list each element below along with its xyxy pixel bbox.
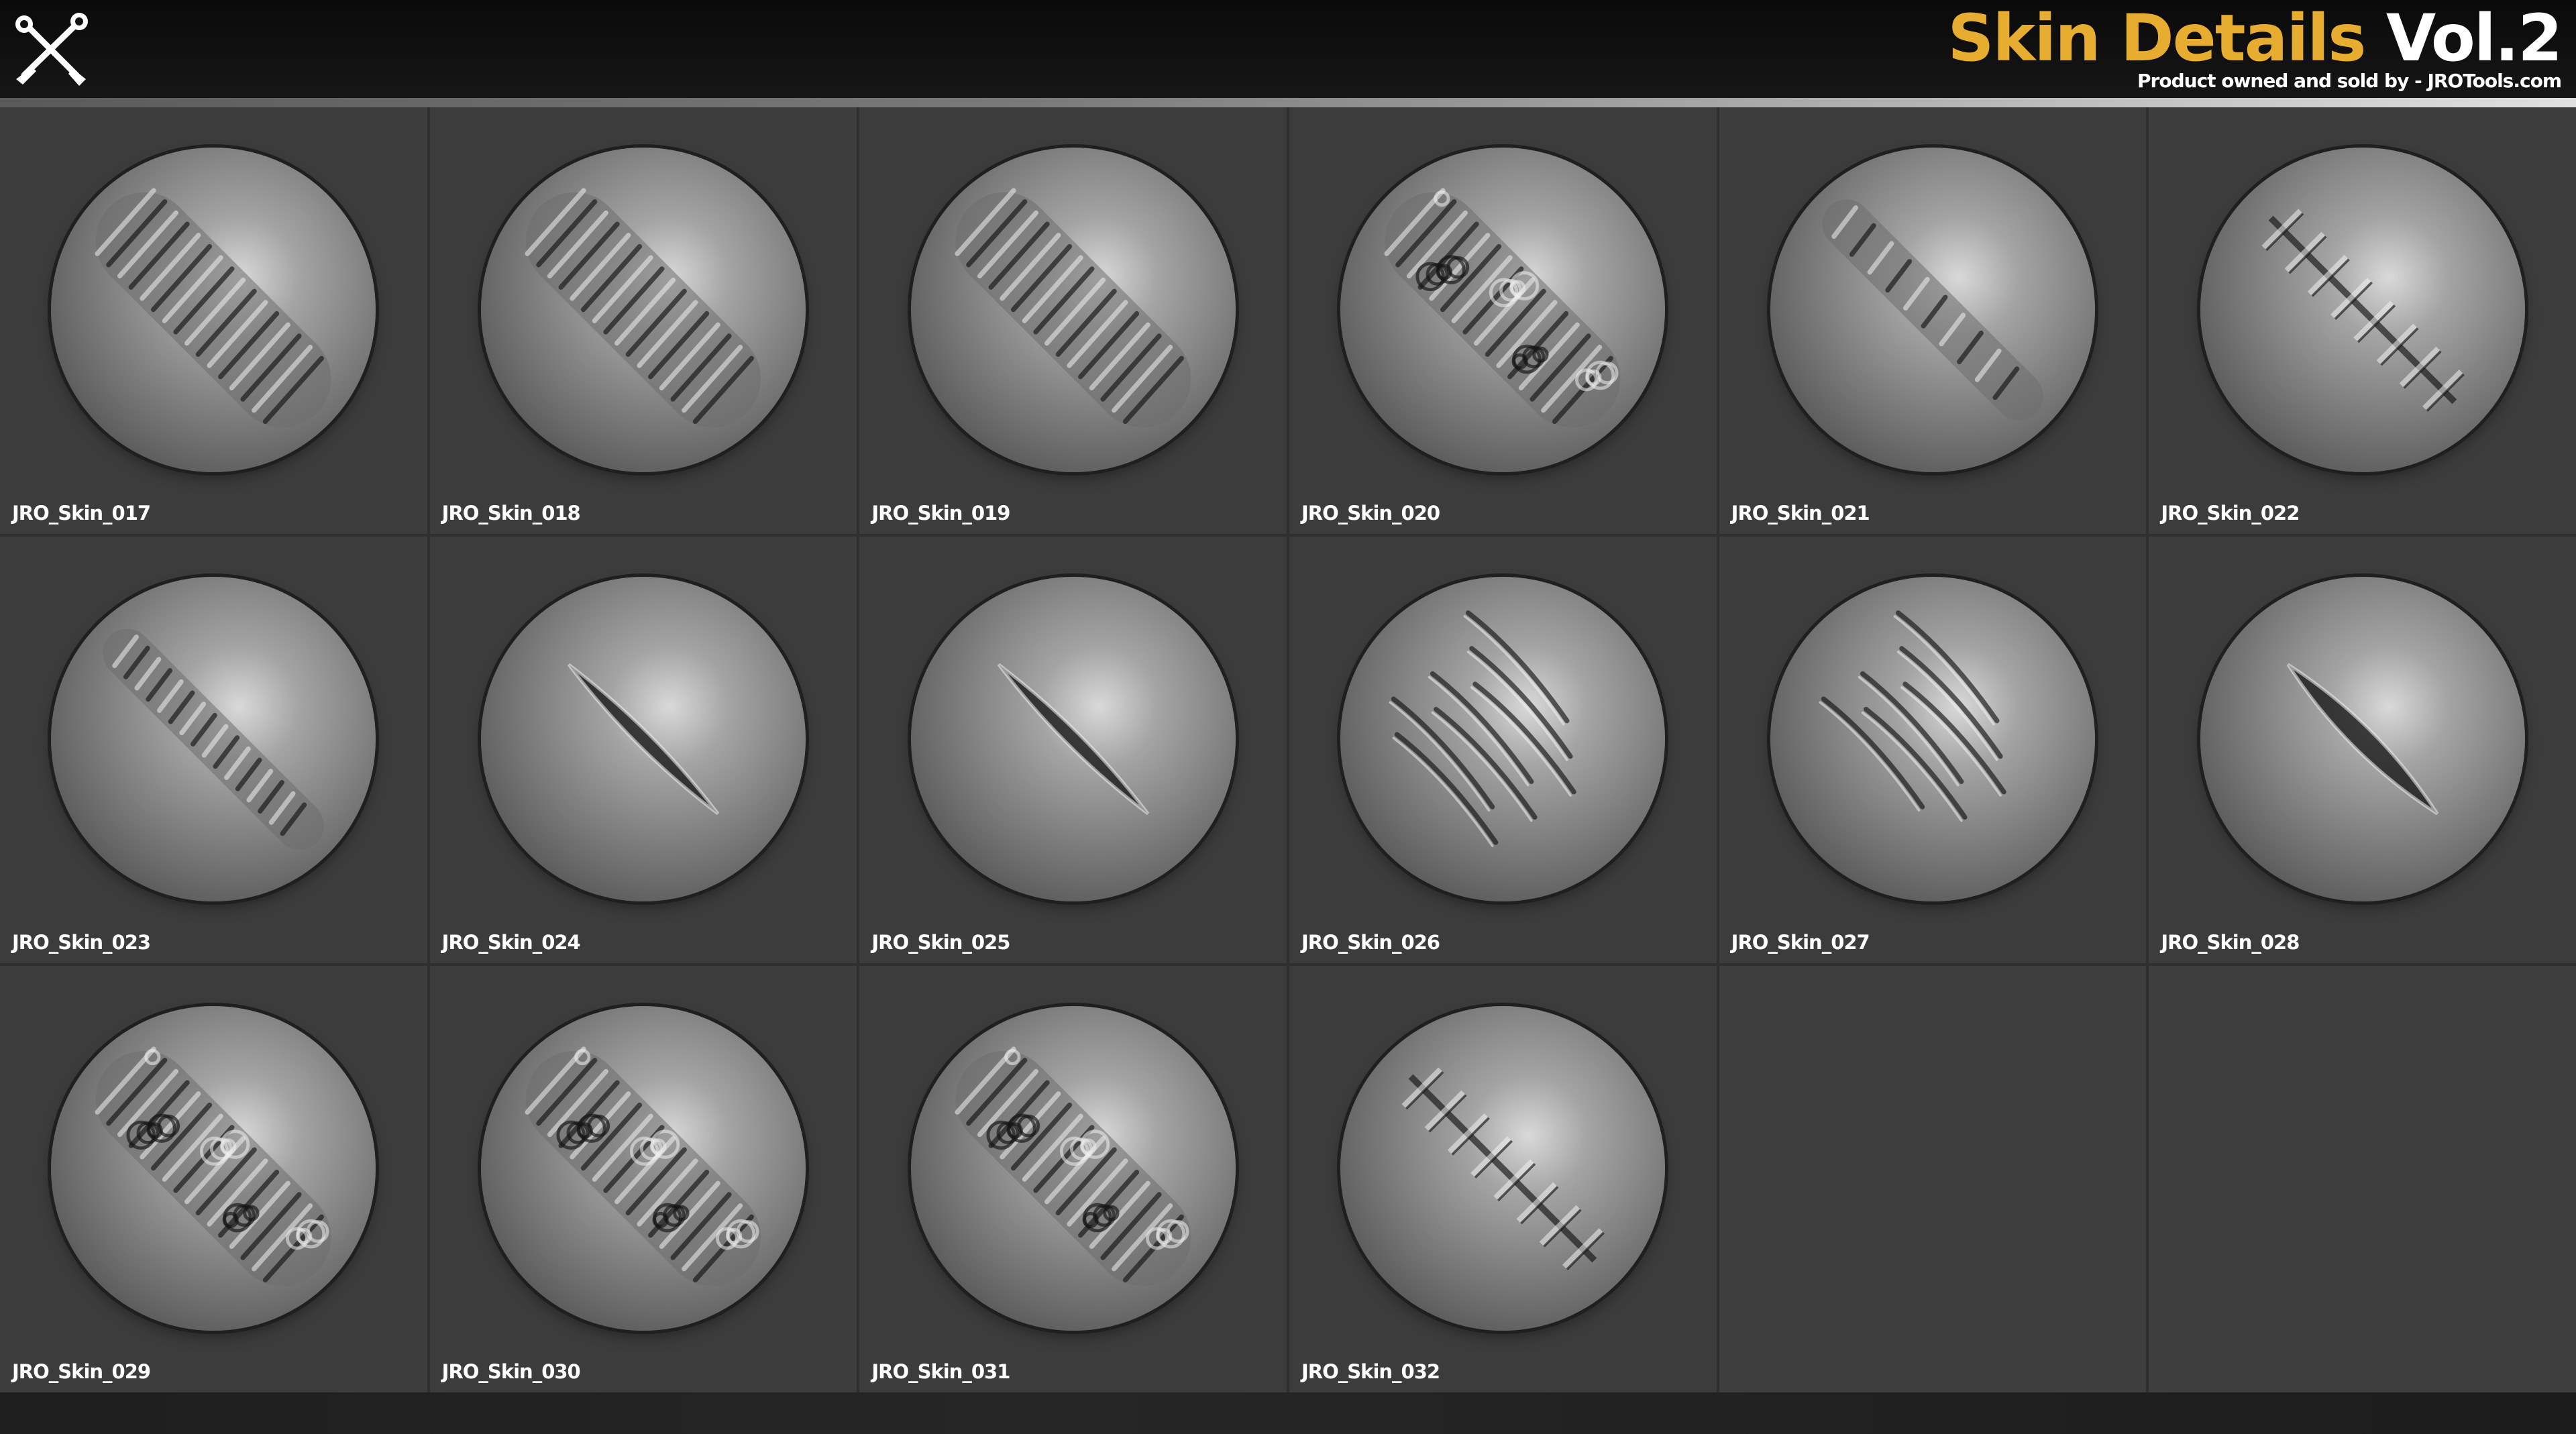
sculpt-detail [1819, 610, 2006, 822]
brush-tile[interactable]: JRO_Skin_023 [0, 537, 427, 963]
brush-tile[interactable]: JRO_Skin_017 [0, 107, 427, 534]
brush-label: JRO_Skin_030 [441, 1360, 581, 1383]
title-volume: Vol.2 [2385, 1, 2563, 76]
brush-label: JRO_Skin_022 [2161, 502, 2300, 525]
brush-preview-sphere [1340, 577, 1666, 901]
brush-preview-sphere [2200, 577, 2525, 901]
brush-tile[interactable]: JRO_Skin_029 [0, 966, 427, 1392]
brush-label: JRO_Skin_019 [871, 502, 1010, 525]
title-accent: Skin Details [1947, 1, 2366, 76]
brush-tile[interactable]: JRO_Skin_028 [2149, 537, 2576, 963]
brush-preview-sphere [1770, 148, 2095, 472]
sculpt-detail [567, 663, 720, 816]
brush-tile[interactable]: JRO_Skin_031 [859, 966, 1287, 1392]
brush-tile[interactable]: JRO_Skin_022 [2149, 107, 2576, 534]
sculpt-detail [997, 663, 1149, 816]
brush-preview-sphere [910, 1006, 1236, 1331]
brush-label: JRO_Skin_023 [12, 931, 151, 954]
sculpt-detail [955, 188, 1191, 428]
sculpt-detail [525, 188, 761, 428]
brush-preview-sphere [1340, 1006, 1666, 1331]
crossed-tools-icon [15, 13, 88, 86]
brush-sheet: Skin Details Vol.2 Product owned and sol… [0, 0, 2576, 1434]
brush-tile[interactable]: JRO_Skin_027 [1719, 537, 2147, 963]
brush-tile[interactable]: JRO_Skin_032 [1289, 966, 1717, 1392]
brush-preview-sphere [1340, 148, 1666, 472]
sculpt-detail [95, 188, 331, 428]
brush-tile[interactable]: JRO_Skin_024 [429, 537, 857, 963]
brush-label: JRO_Skin_031 [871, 1360, 1010, 1383]
sculpt-detail [95, 1046, 331, 1286]
brush-preview-sphere [51, 1006, 376, 1331]
sculpt-detail [1389, 610, 1577, 847]
header-divider [0, 98, 2576, 107]
brush-preview-sphere [51, 577, 376, 901]
empty-tile [1719, 966, 2147, 1392]
page-title: Skin Details Vol.2 [1947, 1, 2563, 76]
brush-label: JRO_Skin_018 [441, 502, 581, 525]
brush-tile[interactable]: JRO_Skin_025 [859, 537, 1287, 963]
sculpt-detail [1822, 199, 2043, 421]
brush-tile[interactable]: JRO_Skin_019 [859, 107, 1287, 534]
brush-label: JRO_Skin_028 [2161, 931, 2300, 954]
brush-preview-sphere [910, 148, 1236, 472]
brush-label: JRO_Skin_029 [12, 1360, 151, 1383]
footer-bar [0, 1392, 2576, 1434]
page-subtitle: Product owned and sold by - JROTools.com [2137, 70, 2562, 92]
brush-tile[interactable]: JRO_Skin_026 [1289, 537, 1717, 963]
brush-preview-sphere [480, 148, 806, 472]
brush-tile[interactable]: JRO_Skin_021 [1719, 107, 2147, 534]
brush-label: JRO_Skin_027 [1731, 931, 1870, 954]
brush-preview-sphere [2200, 148, 2525, 472]
sculpt-detail [525, 1046, 761, 1286]
brush-preview-sphere [480, 577, 806, 901]
sculpt-detail [103, 628, 324, 850]
sculpt-detail [2286, 663, 2438, 816]
sculpt-detail [955, 1046, 1191, 1286]
brush-label: JRO_Skin_032 [1301, 1360, 1440, 1383]
brush-label: JRO_Skin_021 [1731, 502, 1870, 525]
brush-tile[interactable]: JRO_Skin_020 [1289, 107, 1717, 534]
brush-grid: JRO_Skin_017 JRO_Skin_018 JRO_Skin_019 J… [0, 107, 2576, 1392]
sculpt-detail [1401, 1067, 1605, 1270]
brush-label: JRO_Skin_017 [12, 502, 151, 525]
brush-preview-sphere [1770, 577, 2095, 901]
brush-preview-sphere [480, 1006, 806, 1331]
brush-label: JRO_Skin_024 [441, 931, 581, 954]
brush-tile[interactable]: JRO_Skin_018 [429, 107, 857, 534]
brush-preview-sphere [51, 148, 376, 472]
brush-tile[interactable]: JRO_Skin_030 [429, 966, 857, 1392]
brush-label: JRO_Skin_020 [1301, 502, 1440, 525]
empty-tile [2149, 966, 2576, 1392]
header-bar: Skin Details Vol.2 Product owned and sol… [0, 0, 2576, 98]
brush-label: JRO_Skin_026 [1301, 931, 1440, 954]
sculpt-detail [2261, 209, 2465, 412]
sculpt-detail [1384, 188, 1621, 428]
brush-label: JRO_Skin_025 [871, 931, 1010, 954]
brush-preview-sphere [910, 577, 1236, 901]
